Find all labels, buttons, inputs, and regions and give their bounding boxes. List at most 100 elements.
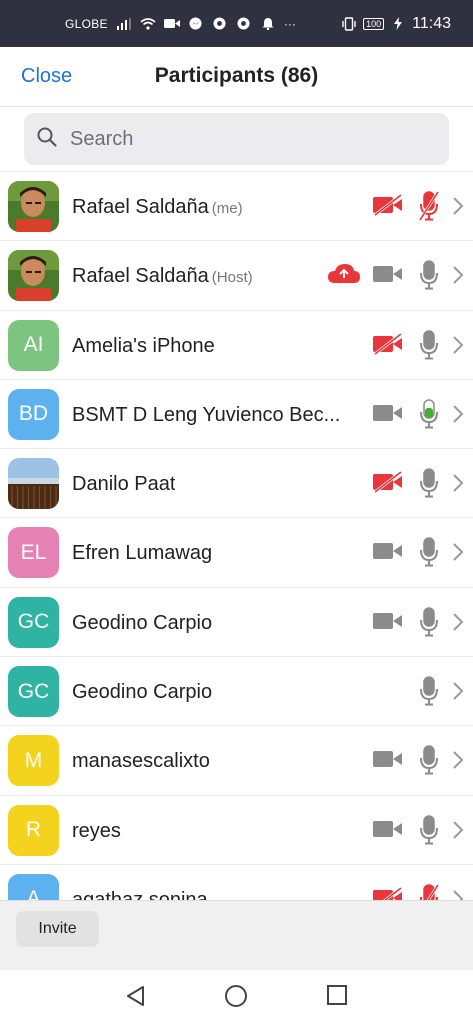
- participant-row[interactable]: Danilo Paat: [0, 449, 473, 519]
- vibrate-icon: [341, 16, 357, 32]
- participant-name-text: Geodino Carpio: [72, 681, 213, 704]
- participant-row[interactable]: EL Efren Lumawag: [0, 518, 473, 588]
- video-icon: [372, 263, 404, 290]
- participant-row[interactable]: Rafael Saldaña (me): [0, 172, 473, 242]
- participant-role-tag: (me): [211, 200, 243, 217]
- cloud-recording-icon: [327, 263, 361, 290]
- mic-muted-icon: [417, 190, 441, 227]
- participant-row[interactable]: GC Geodino Carpio: [0, 657, 473, 727]
- chevron-right-icon: [452, 889, 464, 900]
- charging-icon: [390, 16, 406, 32]
- participant-name-text: BSMT D Leng Yuvienco Bec...: [72, 403, 341, 426]
- chevron-right-icon: [452, 265, 464, 290]
- participant-name-text: Geodino Carpio: [72, 611, 213, 634]
- avatar: R: [8, 804, 59, 856]
- video-icon: [372, 402, 404, 429]
- participant-row[interactable]: Mmanasescalixto: [0, 726, 473, 796]
- chevron-right-icon: [452, 750, 464, 775]
- carrier-label: GLOBE: [65, 16, 108, 31]
- avatar: [8, 181, 59, 232]
- participant-name: Geodino Carpio: [72, 681, 212, 704]
- system-nav-bar: [0, 970, 473, 1024]
- participant-name-text: Amelia's iPhone: [72, 334, 215, 357]
- chevron-right-icon: [452, 404, 464, 429]
- messenger-icon: [188, 16, 204, 32]
- avatar: A: [8, 873, 59, 900]
- avatar: AI: [8, 319, 59, 371]
- avatar: BD: [8, 388, 59, 440]
- participant-name: Rafael Saldaña (me): [72, 196, 243, 219]
- video-icon: [372, 610, 404, 637]
- chevron-right-icon: [452, 335, 464, 360]
- chrome-icon: [212, 16, 228, 32]
- bottom-bar: Invite: [0, 900, 473, 970]
- battery-level: 100: [363, 17, 385, 30]
- participant-name: Danilo Paat: [72, 473, 175, 496]
- chevron-right-icon: [452, 820, 464, 845]
- participant-name-text: agathaz sonina: [72, 888, 208, 900]
- participant-name: agathaz sonina: [72, 889, 208, 900]
- search-icon: [24, 126, 58, 153]
- video-off-icon: [372, 193, 404, 221]
- participant-role-tag: (Host): [211, 269, 253, 287]
- video-icon: [372, 748, 404, 775]
- search-input[interactable]: [70, 127, 410, 151]
- status-bar: GLOBE ··· 100 11:43: [0, 0, 473, 47]
- participant-row[interactable]: AI Amelia's iPhone: [0, 311, 473, 380]
- participants-list[interactable]: Rafael Saldaña (me) Rafael Saldaña (Host) AI…: [0, 172, 473, 900]
- avatar: EL: [8, 527, 59, 579]
- participant-row[interactable]: Aagathaz sonina: [0, 865, 473, 900]
- page-title: Participants (86): [154, 64, 319, 87]
- back-icon[interactable]: [124, 984, 148, 1013]
- mic-icon: [417, 467, 441, 504]
- more-dots: ···: [283, 16, 296, 31]
- notification-icon: [260, 16, 276, 32]
- mic-icon: [417, 329, 441, 366]
- participant-name-text: Rafael Saldaña: [72, 196, 209, 218]
- mic-icon: [417, 606, 441, 643]
- participant-name-text: Danilo Paat: [72, 473, 176, 496]
- participant-name-text: manasescalixto: [72, 750, 210, 773]
- chevron-right-icon: [452, 542, 464, 567]
- participant-name-text: reyes: [72, 819, 121, 842]
- video-off-icon: [372, 886, 404, 900]
- chevron-right-icon: [452, 473, 464, 498]
- video-icon: [163, 16, 180, 32]
- signal-icon: [116, 16, 132, 32]
- participant-name: Amelia's iPhone: [72, 335, 215, 358]
- participant-name: Rafael Saldaña (Host): [72, 265, 253, 288]
- participant-name: Geodino Carpio: [72, 612, 212, 635]
- recents-icon[interactable]: [326, 984, 348, 1011]
- search-bar[interactable]: [24, 113, 449, 165]
- participant-row[interactable]: BD BSMT D Leng Yuvienco Bec...: [0, 380, 473, 450]
- chevron-right-icon: [452, 612, 464, 637]
- home-icon[interactable]: [224, 984, 248, 1013]
- invite-button[interactable]: Invite: [16, 911, 99, 947]
- video-off-icon: [372, 332, 404, 360]
- status-bar-right: 100 11:43: [341, 0, 451, 47]
- participant-row[interactable]: Rreyes: [0, 796, 473, 865]
- chrome-icon: [236, 16, 252, 32]
- avatar: M: [8, 735, 59, 787]
- participant-name: reyes: [72, 820, 121, 843]
- mic-muted-icon: [417, 883, 441, 900]
- wifi-icon: [140, 16, 156, 32]
- participant-row[interactable]: Rafael Saldaña (Host): [0, 241, 473, 311]
- avatar: [8, 458, 59, 510]
- mic-icon: [417, 536, 441, 573]
- mic-icon: [417, 259, 441, 296]
- participant-row[interactable]: GC Geodino Carpio: [0, 588, 473, 658]
- mic-icon: [417, 744, 441, 781]
- video-icon: [372, 540, 404, 567]
- participant-name: Efren Lumawag: [72, 542, 212, 565]
- avatar: GC: [8, 596, 59, 648]
- avatar: GC: [8, 666, 59, 718]
- status-bar-left: GLOBE ···: [65, 0, 296, 47]
- chevron-right-icon: [452, 196, 464, 221]
- participants-header: Close Participants (86): [0, 47, 473, 107]
- mic-active-icon: [417, 398, 441, 435]
- clock: 11:43: [412, 14, 451, 32]
- video-off-icon: [372, 470, 404, 498]
- participant-name: BSMT D Leng Yuvienco Bec...: [72, 404, 340, 427]
- mic-icon: [417, 675, 441, 712]
